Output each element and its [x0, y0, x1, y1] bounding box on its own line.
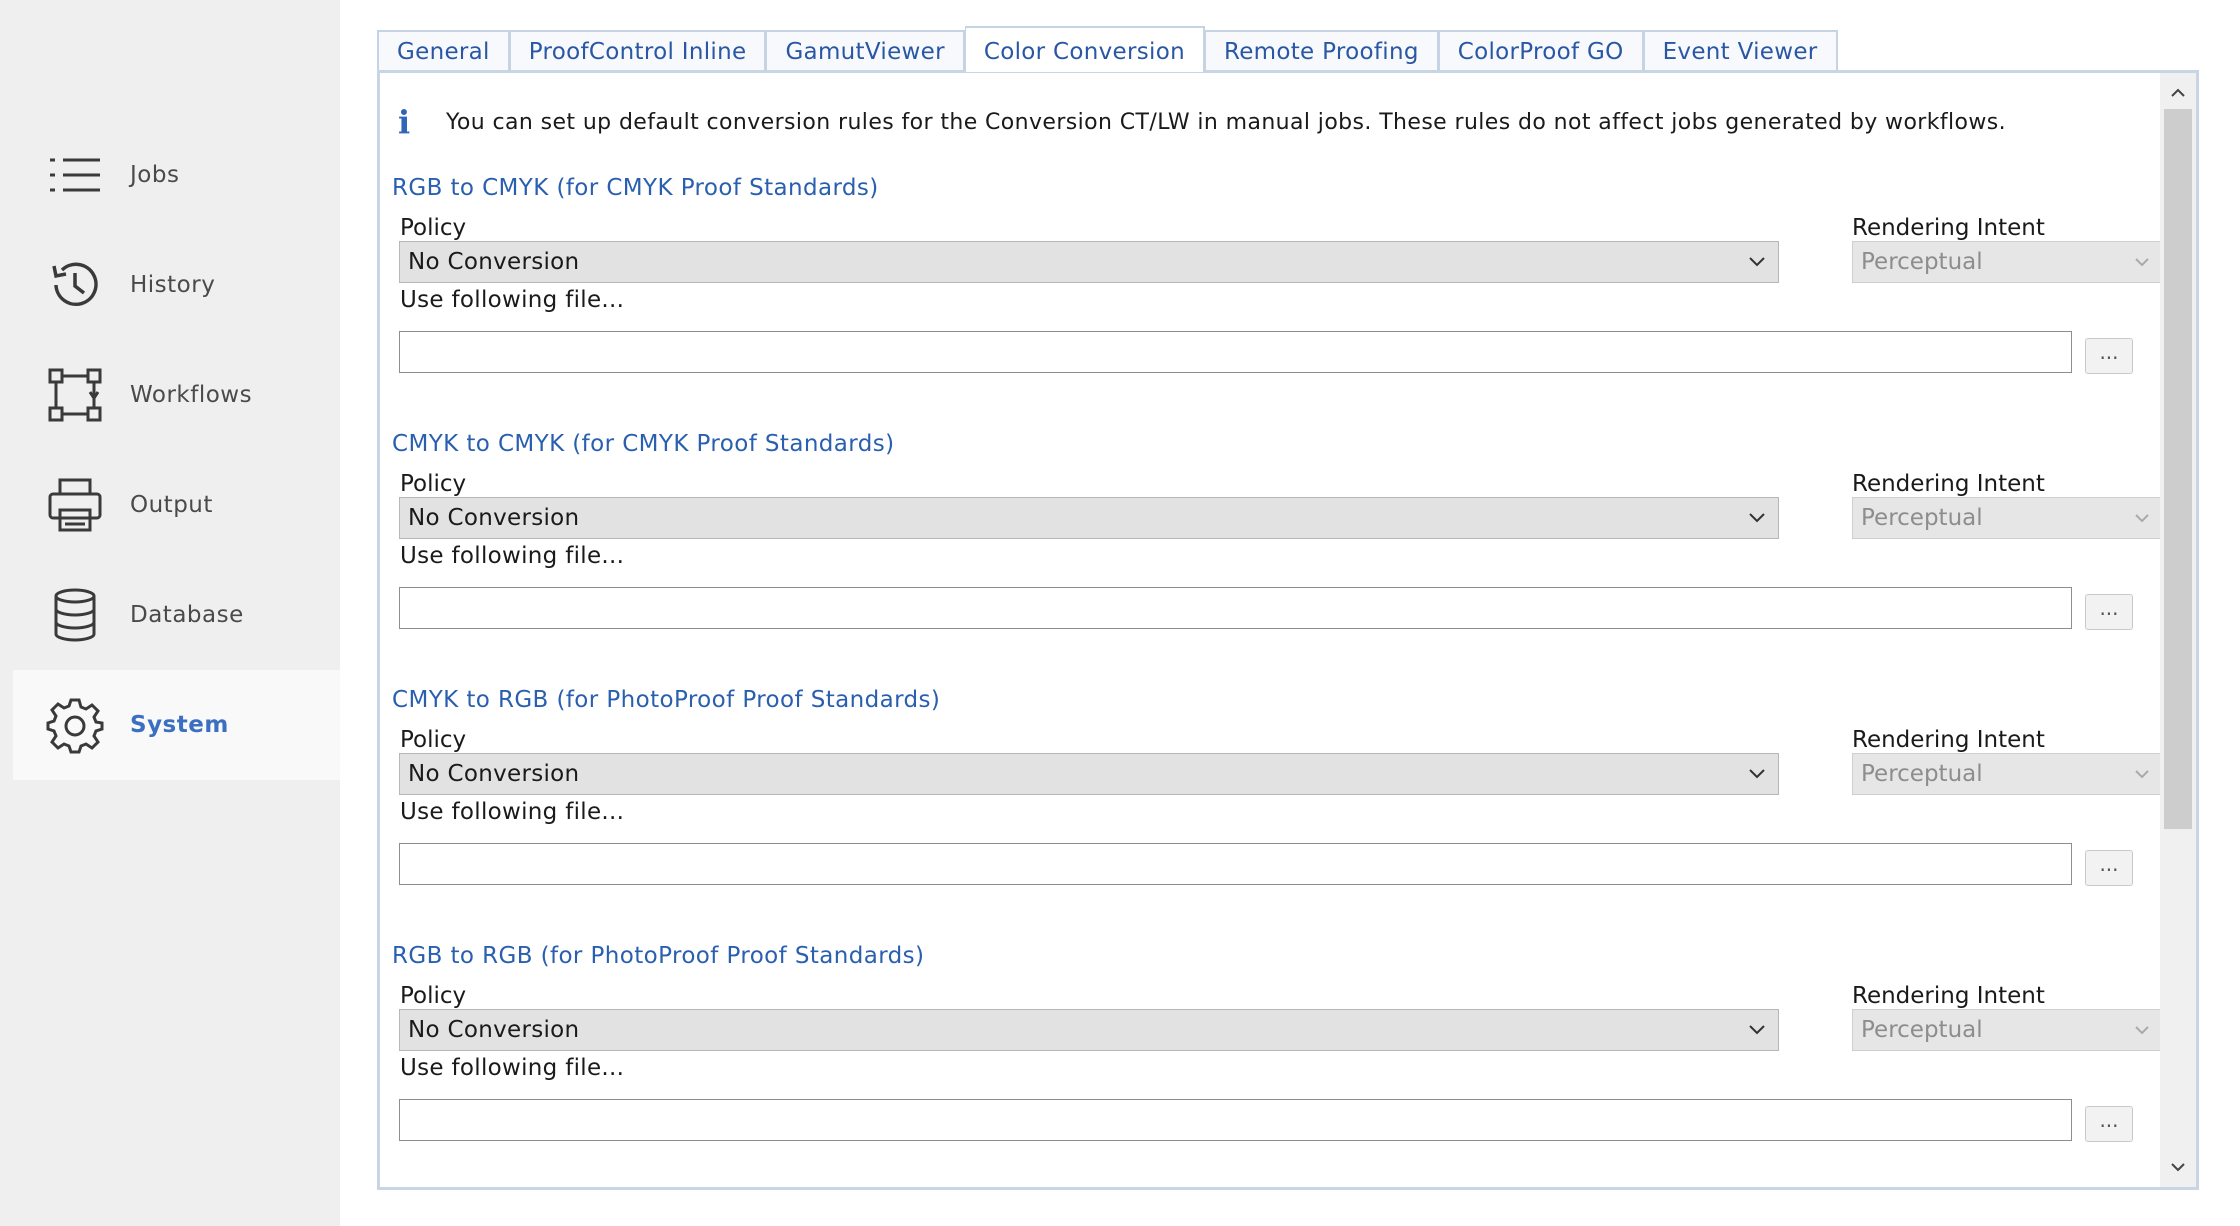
sidebar-item-jobs[interactable]: Jobs	[13, 120, 340, 230]
file-path-input[interactable]	[399, 331, 2072, 373]
section-title: RGB to RGB (for PhotoProof Proof Standar…	[392, 943, 925, 969]
rendering-intent-value: Perceptual	[1861, 249, 1983, 275]
sidebar-item-label: Output	[130, 492, 213, 518]
browse-button[interactable]: ...	[2085, 594, 2133, 630]
vertical-scrollbar[interactable]	[2160, 73, 2196, 1187]
policy-select[interactable]: No Conversion	[399, 497, 1779, 539]
tab-colorproof-go[interactable]: ColorProof GO	[1438, 30, 1644, 72]
rendering-intent-value: Perceptual	[1861, 761, 1983, 787]
tab-general[interactable]: General	[377, 30, 510, 72]
file-label: Use following file...	[400, 1055, 625, 1081]
chevron-down-icon	[2135, 770, 2149, 779]
conversion-section-rgb-to-cmyk: RGB to CMYK (for CMYK Proof Standards) P…	[380, 175, 2166, 431]
rendering-intent-label: Rendering Intent	[1852, 215, 2045, 241]
conversion-section-cmyk-to-cmyk: CMYK to CMYK (for CMYK Proof Standards) …	[380, 431, 2166, 687]
sidebar-item-output[interactable]: Output	[13, 450, 340, 560]
rendering-intent-label: Rendering Intent	[1852, 983, 2045, 1009]
file-label: Use following file...	[400, 287, 625, 313]
policy-label: Policy	[400, 471, 467, 497]
policy-label: Policy	[400, 727, 467, 753]
workflow-icon	[45, 365, 105, 425]
chevron-down-icon	[1749, 1025, 1765, 1035]
rendering-intent-select: Perceptual	[1852, 241, 2164, 283]
tab-bar: General ProofControl Inline GamutViewer …	[377, 26, 1838, 72]
sidebar-item-label: Workflows	[130, 382, 253, 408]
chevron-down-icon	[2135, 258, 2149, 267]
chevron-down-icon	[1749, 769, 1765, 779]
conversion-section-cmyk-to-rgb: CMYK to RGB (for PhotoProof Proof Standa…	[380, 687, 2166, 943]
chevron-down-icon	[2135, 514, 2149, 523]
policy-select-value: No Conversion	[408, 1017, 580, 1043]
browse-button[interactable]: ...	[2085, 850, 2133, 886]
browse-button[interactable]: ...	[2085, 338, 2133, 374]
chevron-down-icon	[1749, 257, 1765, 267]
file-path-input[interactable]	[399, 587, 2072, 629]
chevron-down-icon	[2135, 1026, 2149, 1035]
scrollbar-thumb[interactable]	[2164, 109, 2192, 829]
tab-remote-proofing[interactable]: Remote Proofing	[1204, 30, 1439, 72]
section-title: CMYK to RGB (for PhotoProof Proof Standa…	[392, 687, 941, 713]
rendering-intent-select: Perceptual	[1852, 1009, 2164, 1051]
file-path-input[interactable]	[399, 1099, 2072, 1141]
chevron-down-icon	[1749, 513, 1765, 523]
policy-select[interactable]: No Conversion	[399, 1009, 1779, 1051]
tab-proofcontrol-inline[interactable]: ProofControl Inline	[509, 30, 767, 72]
list-icon	[45, 145, 105, 205]
conversion-section-rgb-to-rgb: RGB to RGB (for PhotoProof Proof Standar…	[380, 943, 2166, 1187]
rendering-intent-select: Perceptual	[1852, 497, 2164, 539]
policy-select-value: No Conversion	[408, 761, 580, 787]
file-label: Use following file...	[400, 543, 625, 569]
rendering-intent-value: Perceptual	[1861, 1017, 1983, 1043]
info-icon: i	[398, 103, 411, 141]
database-icon	[45, 585, 105, 645]
policy-label: Policy	[400, 983, 467, 1009]
tab-gamutviewer[interactable]: GamutViewer	[766, 30, 965, 72]
sidebar-item-database[interactable]: Database	[13, 560, 340, 670]
section-title: CMYK to CMYK (for CMYK Proof Standards)	[392, 431, 895, 457]
rendering-intent-select: Perceptual	[1852, 753, 2164, 795]
policy-select[interactable]: No Conversion	[399, 241, 1779, 283]
file-path-input[interactable]	[399, 843, 2072, 885]
tab-color-conversion[interactable]: Color Conversion	[964, 26, 1205, 72]
info-text: You can set up default conversion rules …	[446, 109, 2007, 135]
sidebar-item-system[interactable]: System	[13, 670, 340, 780]
info-row: i You can set up default conversion rule…	[392, 103, 2006, 141]
sidebar-item-history[interactable]: History	[13, 230, 340, 340]
rendering-intent-label: Rendering Intent	[1852, 471, 2045, 497]
sidebar-item-workflows[interactable]: Workflows	[13, 340, 340, 450]
panel-content: i You can set up default conversion rule…	[380, 73, 2164, 1187]
scroll-up-icon[interactable]	[2160, 75, 2196, 111]
policy-label: Policy	[400, 215, 467, 241]
browse-button[interactable]: ...	[2085, 1106, 2133, 1142]
policy-select-value: No Conversion	[408, 505, 580, 531]
gear-icon	[45, 695, 105, 755]
sidebar-item-label: System	[130, 712, 229, 738]
section-title: RGB to CMYK (for CMYK Proof Standards)	[392, 175, 879, 201]
tab-event-viewer[interactable]: Event Viewer	[1643, 30, 1838, 72]
sidebar: Jobs History Workflows Output Database S…	[0, 0, 340, 1226]
sidebar-item-label: Database	[130, 602, 244, 628]
rendering-intent-value: Perceptual	[1861, 505, 1983, 531]
history-icon	[45, 255, 105, 315]
file-label: Use following file...	[400, 799, 625, 825]
sidebar-item-label: Jobs	[130, 162, 180, 188]
printer-icon	[45, 475, 105, 535]
policy-select[interactable]: No Conversion	[399, 753, 1779, 795]
rendering-intent-label: Rendering Intent	[1852, 727, 2045, 753]
main-content: General ProofControl Inline GamutViewer …	[340, 0, 2240, 1226]
color-conversion-panel: i You can set up default conversion rule…	[377, 70, 2199, 1190]
sidebar-item-label: History	[130, 272, 216, 298]
policy-select-value: No Conversion	[408, 249, 580, 275]
scroll-down-icon[interactable]	[2160, 1149, 2196, 1185]
